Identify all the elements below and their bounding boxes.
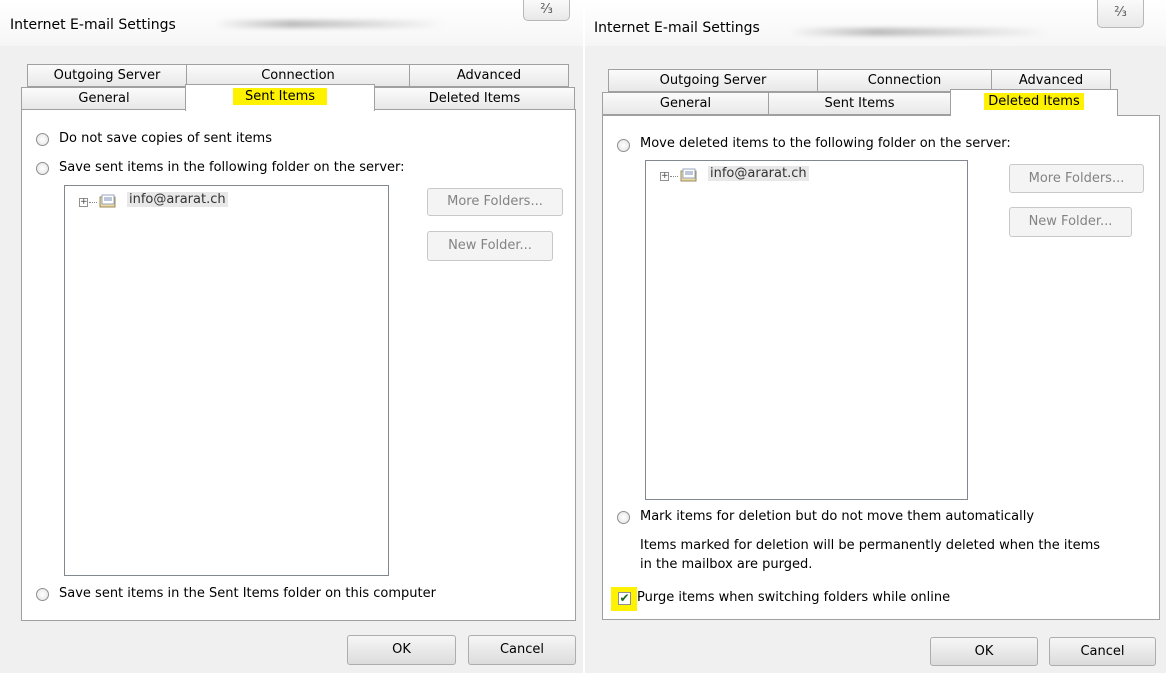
tab-general[interactable]: General [602,92,769,115]
radio-save-on-server[interactable] [36,162,49,175]
email-settings-dialog-deleted-items: Internet E-mail Settings ⅔ Outgoing Serv… [585,0,1166,673]
label-save-on-server: Save sent items in the following folder … [59,160,405,175]
checkmark-icon: ✔ [619,591,630,605]
new-folder-button[interactable]: New Folder... [1009,207,1132,237]
radio-do-not-save[interactable] [36,133,49,146]
label-mark-for-deletion: Mark items for deletion but do not move … [640,509,1035,524]
deletion-info-line1: Items marked for deletion will be perman… [640,538,1101,553]
tree-item-mailbox[interactable]: info@ararat.ch [708,166,809,181]
blurred-background-text [215,20,445,28]
title-bar: Internet E-mail Settings ⅔ [585,0,1166,46]
blurred-background-text [790,28,1050,36]
ok-button[interactable]: OK [347,635,456,665]
tab-sent-items[interactable]: Sent Items [185,84,375,111]
folder-tree[interactable]: + info@ararat.ch [64,185,389,576]
label-save-local: Save sent items in the Sent Items folder… [59,586,436,601]
radio-move-to-server[interactable] [617,139,630,152]
email-settings-dialog-sent-items: Internet E-mail Settings ⅔ Outgoing Serv… [0,0,583,673]
tab-deleted-items[interactable]: Deleted Items [374,87,575,110]
radio-save-local[interactable] [36,588,49,601]
tree-item-mailbox[interactable]: info@ararat.ch [127,192,228,207]
dialog-title: Internet E-mail Settings [594,20,760,36]
tab-general[interactable]: General [21,87,187,110]
tab-deleted-items[interactable]: Deleted Items [950,89,1118,116]
radio-mark-for-deletion[interactable] [617,511,630,524]
cancel-button[interactable]: Cancel [468,635,576,665]
expand-icon[interactable]: + [660,172,669,181]
close-icon: ⅔ [540,2,553,17]
label-do-not-save: Do not save copies of sent items [59,131,272,146]
close-icon: ⅔ [1114,5,1127,20]
close-button[interactable]: ⅔ [1097,0,1144,28]
mailbox-folder-icon [680,168,697,182]
tree-connector [89,202,97,203]
label-purge: Purge items when switching folders while… [637,590,951,605]
title-bar: Internet E-mail Settings ⅔ [0,0,583,46]
cancel-button[interactable]: Cancel [1049,637,1156,666]
dialog-title: Internet E-mail Settings [10,17,176,33]
close-button[interactable]: ⅔ [523,0,570,21]
new-folder-button[interactable]: New Folder... [427,231,553,261]
tab-sent-items[interactable]: Sent Items [768,92,951,115]
purge-checkbox[interactable]: ✔ [618,592,631,605]
label-move-to-server: Move deleted items to the following fold… [640,136,1011,151]
folder-tree[interactable]: + info@ararat.ch [645,160,968,500]
more-folders-button[interactable]: More Folders... [427,188,563,216]
tab-advanced[interactable]: Advanced [409,64,569,87]
deletion-info-line2: in the mailbox are purged. [640,557,813,572]
ok-button[interactable]: OK [930,637,1038,666]
mailbox-folder-icon [99,194,116,208]
tree-connector [670,176,678,177]
expand-icon[interactable]: + [79,198,88,207]
tab-outgoing-server[interactable]: Outgoing Server [608,69,818,92]
tab-outgoing-server[interactable]: Outgoing Server [27,64,187,87]
more-folders-button[interactable]: More Folders... [1009,164,1144,193]
